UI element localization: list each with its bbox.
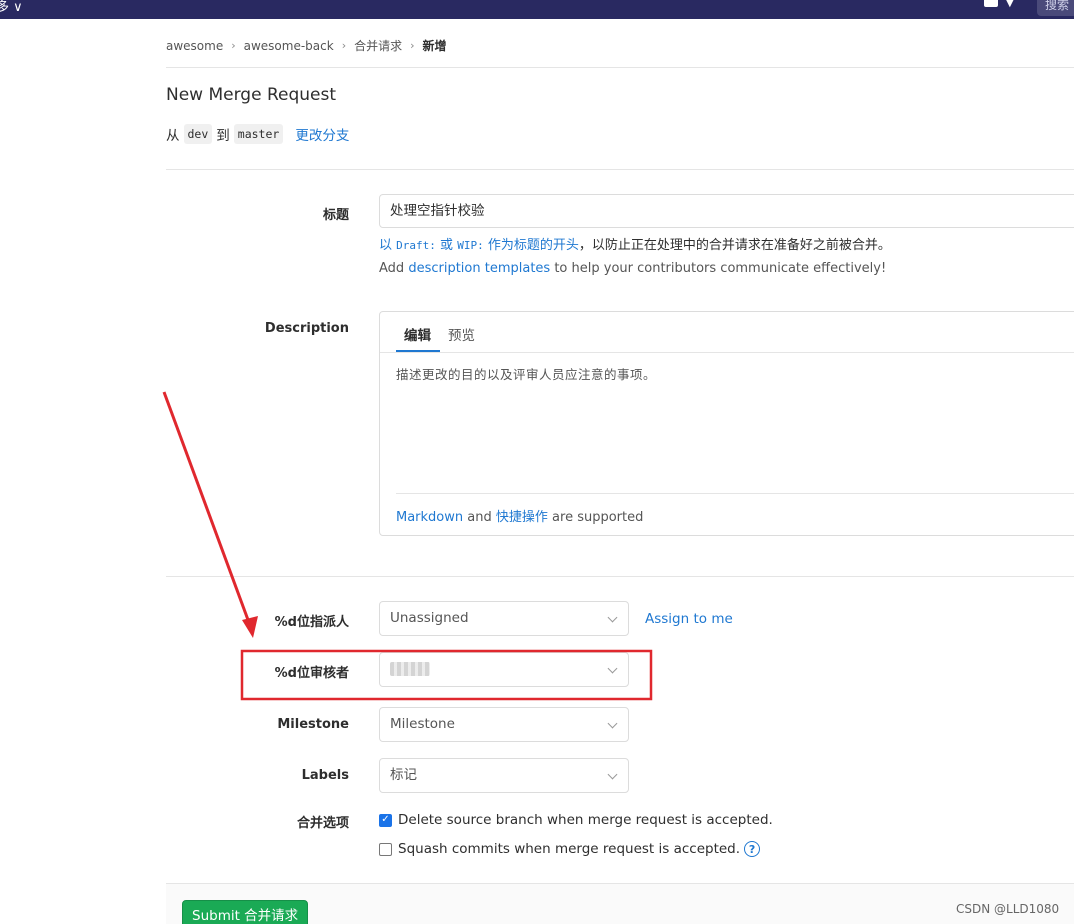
- watermark: CSDN @LLD1080: [956, 902, 1060, 916]
- markdown-link[interactable]: Markdown: [396, 510, 463, 525]
- blurred-reviewer-name: [390, 662, 430, 676]
- reviewer-dropdown[interactable]: [379, 652, 629, 687]
- divider: [396, 493, 1074, 494]
- reviewer-label: %d位审核者: [274, 666, 349, 681]
- breadcrumb: awesome › awesome-back › 合并请求 › 新增: [166, 37, 447, 54]
- quick-actions-link[interactable]: 快捷操作: [496, 510, 548, 525]
- assign-to-me-link[interactable]: Assign to me: [645, 611, 733, 627]
- breadcrumb-item-group[interactable]: awesome: [166, 39, 223, 53]
- title-label: 标题: [322, 208, 349, 223]
- breadcrumb-item-merge-requests[interactable]: 合并请求: [354, 37, 402, 54]
- draft-hint: 以 Draft: 或 WIP: 作为标题的开头，以防止正在处理中的合并请求在准备…: [379, 234, 891, 253]
- description-textarea[interactable]: 描述更改的目的以及评审人员应注意的事项。: [396, 364, 1056, 484]
- plus-icon[interactable]: [984, 0, 998, 7]
- draft-hint-draft[interactable]: Draft:: [396, 239, 436, 252]
- chevron-down-icon[interactable]: ▼: [1006, 0, 1014, 9]
- templates-add: Add: [379, 261, 405, 276]
- divider: [166, 67, 1074, 68]
- milestone-dropdown[interactable]: Milestone: [379, 707, 629, 742]
- squash-checkbox[interactable]: [379, 842, 392, 856]
- active-tab-indicator: [396, 350, 440, 352]
- title-input[interactable]: 处理空指针校验: [379, 194, 1074, 228]
- draft-hint-prefix: 以: [379, 238, 393, 253]
- annotation-arrow: [162, 391, 253, 629]
- from-word: 从: [166, 128, 180, 144]
- breadcrumb-item-project[interactable]: awesome-back: [244, 39, 334, 53]
- markdown-hint: Markdown and 快捷操作 are supported: [396, 506, 643, 525]
- description-label: Description: [264, 321, 349, 336]
- labels-dropdown[interactable]: 标记: [379, 758, 629, 793]
- merge-options-label: 合并选项: [296, 816, 349, 831]
- assignee-value: Unassigned: [390, 610, 469, 626]
- draft-hint-link[interactable]: 作为标题的开头: [488, 238, 579, 253]
- milestone-label: Milestone: [277, 717, 349, 732]
- annotation-arrowhead: [242, 616, 258, 638]
- delete-branch-checkbox[interactable]: ✓: [379, 813, 392, 827]
- search-input[interactable]: 搜索: [1037, 0, 1074, 16]
- tab-preview[interactable]: 预览: [448, 324, 475, 344]
- squash-text: Squash commits when merge request is acc…: [398, 841, 741, 857]
- chevron-down-icon: [607, 663, 618, 674]
- delete-branch-text: Delete source branch when merge request …: [398, 812, 773, 828]
- chevron-down-icon: [607, 612, 618, 623]
- draft-hint-or: 或: [440, 238, 454, 253]
- templates-hint: Add description templates to help your c…: [379, 261, 886, 276]
- change-branches-link[interactable]: 更改分支: [295, 124, 349, 144]
- assignee-label: %d位指派人: [274, 615, 349, 630]
- top-navbar: 多 ∨ ▼ 搜索: [0, 0, 1074, 19]
- squash-option: Squash commits when merge request is acc…: [379, 841, 761, 857]
- delete-branch-option: ✓ Delete source branch when merge reques…: [379, 812, 773, 828]
- branch-info: 从 dev 到 master 更改分支: [166, 124, 349, 144]
- description-editor: 编辑 预览 描述更改的目的以及评审人员应注意的事项。 Markdown and …: [379, 311, 1074, 536]
- tab-edit[interactable]: 编辑: [404, 324, 431, 344]
- templates-rest: to help your contributors communicate ef…: [554, 261, 887, 276]
- assignee-dropdown[interactable]: Unassigned: [379, 601, 629, 636]
- target-branch: master: [233, 124, 284, 144]
- divider: [166, 169, 1074, 170]
- labels-value: 标记: [390, 767, 417, 783]
- question-circle-icon[interactable]: ?: [744, 841, 761, 857]
- labels-label: Labels: [301, 768, 349, 783]
- chevron-down-icon: [607, 718, 618, 729]
- nav-menu-fragment[interactable]: 多 ∨: [0, 0, 23, 15]
- chevron-right-icon: ›: [410, 39, 415, 52]
- milestone-value: Milestone: [390, 716, 455, 732]
- page-title: New Merge Request: [166, 85, 337, 105]
- draft-hint-rest: ，以防止正在处理中的合并请求在准备好之前被合并。: [578, 238, 891, 253]
- chevron-right-icon: ›: [341, 39, 347, 52]
- markdown-supported: are supported: [552, 510, 644, 525]
- editor-tabs: 编辑 预览: [380, 312, 1074, 353]
- submit-merge-request-button[interactable]: Submit 合并请求: [182, 900, 308, 924]
- chevron-right-icon: ›: [231, 39, 236, 52]
- chevron-down-icon: [607, 769, 618, 780]
- to-word: 到: [216, 128, 230, 144]
- draft-hint-wip[interactable]: WIP:: [457, 239, 484, 252]
- source-branch: dev: [183, 124, 213, 144]
- divider: [166, 576, 1074, 577]
- description-templates-link[interactable]: description templates: [408, 261, 550, 276]
- markdown-and: and: [467, 510, 492, 525]
- breadcrumb-item-new[interactable]: 新增: [423, 37, 447, 54]
